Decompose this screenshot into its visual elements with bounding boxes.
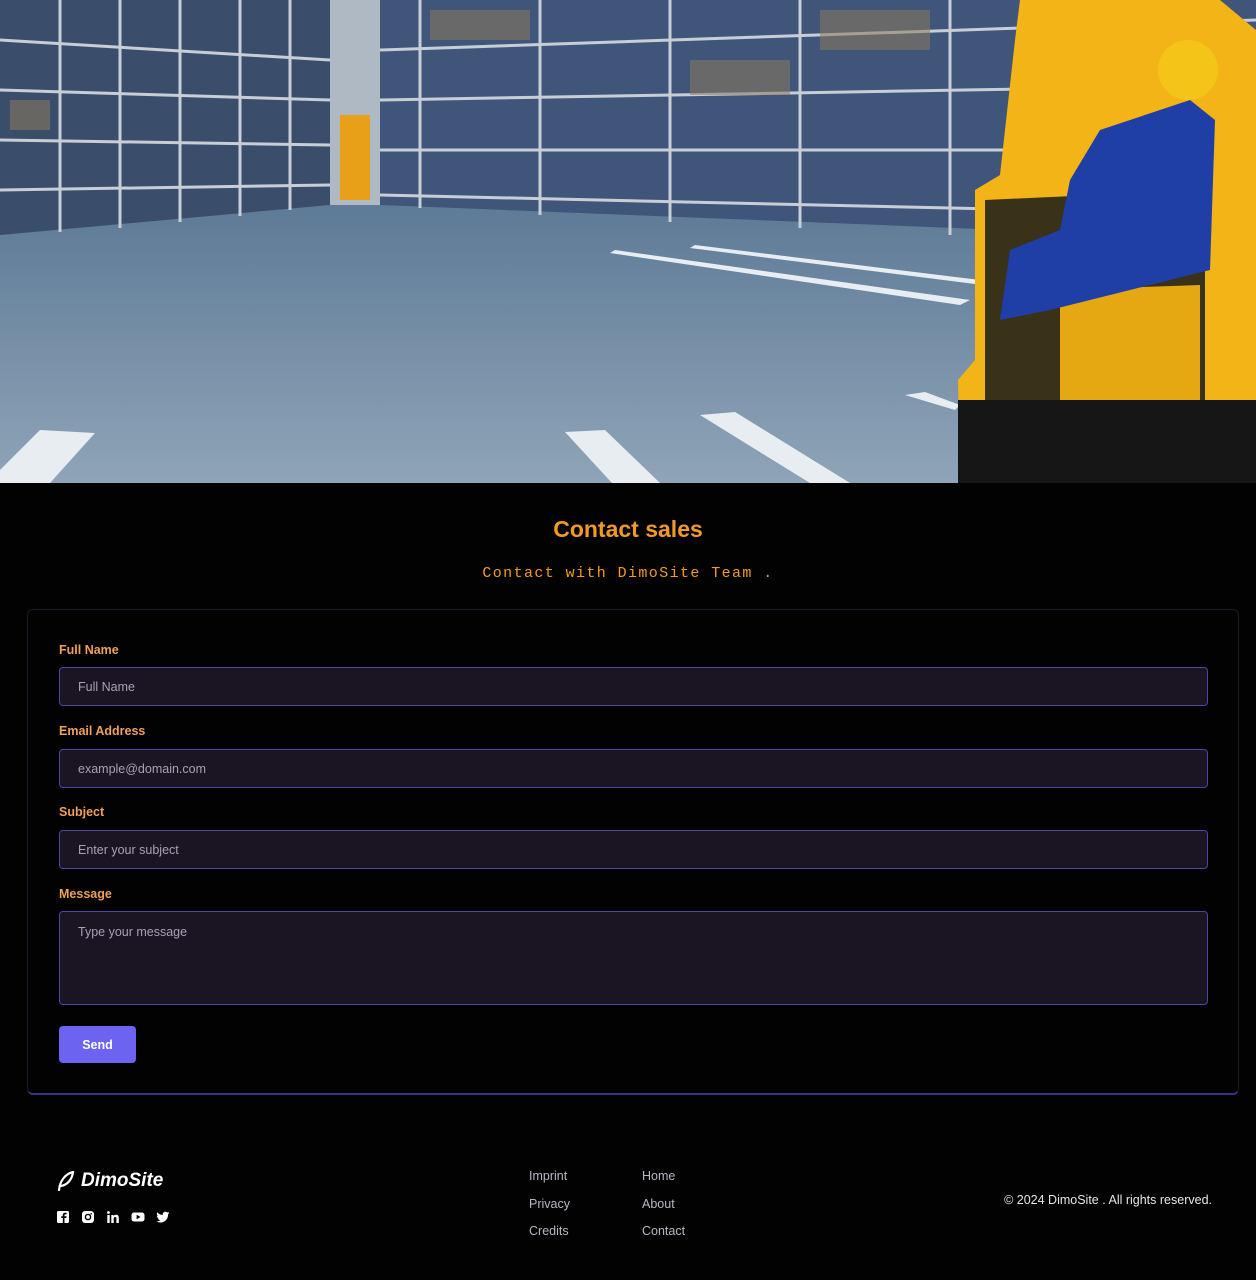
youtube-icon[interactable] [131, 1210, 145, 1224]
email-label: Email Address [59, 724, 146, 738]
footer-link-about[interactable]: About [642, 1195, 685, 1223]
footer-link-credits[interactable]: Credits [529, 1222, 570, 1250]
footer-links-legal: Imprint Privacy Credits [529, 1167, 570, 1250]
footer-logo[interactable]: DimoSite [57, 1170, 163, 1192]
footer-brand: DimoSite [81, 1170, 164, 1191]
full-name-placeholder: Full Name [78, 679, 135, 694]
subject-label: Subject [59, 805, 105, 819]
copyright-text: © 2024 DimoSite . All rights reserved. [1004, 1193, 1212, 1207]
leaf-logo-icon [57, 1171, 75, 1191]
page-title: Contact sales [553, 516, 703, 542]
full-name-input[interactable]: Full Name [59, 667, 1208, 706]
send-button[interactable]: Send [59, 1026, 136, 1063]
subject-input[interactable]: Enter your subject [59, 830, 1208, 869]
footer-link-privacy[interactable]: Privacy [529, 1195, 570, 1223]
footer-links-nav: Home About Contact [642, 1167, 685, 1250]
contact-heading: Contact sales Contact with DimoSite Team… [0, 514, 1256, 583]
linkedin-icon[interactable] [106, 1210, 120, 1224]
social-links [56, 1210, 170, 1224]
email-input[interactable]: example@domain.com [59, 749, 1208, 788]
footer-link-home[interactable]: Home [642, 1167, 685, 1195]
message-label: Message [59, 887, 112, 901]
footer-link-contact[interactable]: Contact [642, 1222, 685, 1250]
full-name-label: Full Name [59, 643, 119, 657]
hero-image [0, 0, 1256, 483]
contact-form: Full Name Full Name Email Address exampl… [27, 609, 1239, 1095]
page-subtitle: Contact with DimoSite Team . [482, 565, 774, 582]
message-textarea[interactable]: Type your message [59, 911, 1208, 1005]
message-placeholder: Type your message [78, 925, 188, 939]
facebook-icon[interactable] [56, 1210, 70, 1224]
subject-placeholder: Enter your subject [78, 842, 179, 857]
email-placeholder: example@domain.com [78, 761, 207, 776]
footer-link-imprint[interactable]: Imprint [529, 1167, 570, 1195]
instagram-icon[interactable] [81, 1210, 95, 1224]
twitter-icon[interactable] [156, 1210, 170, 1224]
